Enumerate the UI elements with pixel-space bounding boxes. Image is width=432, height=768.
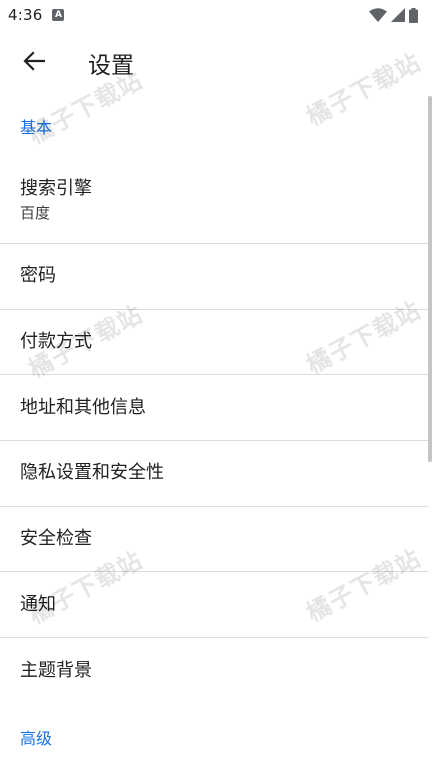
settings-item-privacy-security[interactable]: 隐私设置和安全性: [0, 441, 428, 507]
settings-item-passwords[interactable]: 密码: [0, 244, 428, 310]
item-title: 主题背景: [20, 659, 92, 681]
item-title: 地址和其他信息: [20, 396, 146, 418]
settings-item-safety-check[interactable]: 安全检查: [0, 507, 428, 573]
item-title: 付款方式: [20, 331, 92, 353]
settings-list: 基本 搜索引擎 百度 密码 付款方式 地址和其他信息 隐私设置和安全性 安全检查…: [0, 96, 428, 768]
app-notification-icon: A: [52, 9, 65, 21]
item-title: 安全检查: [20, 528, 92, 550]
status-right: [369, 7, 418, 23]
settings-item-notifications[interactable]: 通知: [0, 572, 428, 639]
scrollbar-thumb[interactable]: [428, 96, 432, 462]
battery-icon: [409, 7, 418, 23]
status-left: 4:36 A: [8, 6, 65, 24]
settings-item-search-engine[interactable]: 搜索引擎 百度: [0, 156, 428, 244]
page-title: 设置: [88, 53, 134, 79]
settings-screen: 4:36 A 设置 基本 搜索引擎 百度 密码 付款方式 地址和其他信息 隐私设…: [0, 0, 432, 768]
settings-item-theme[interactable]: 主题背景: [0, 638, 428, 704]
wifi-icon: [369, 8, 387, 22]
item-title: 密码: [20, 265, 56, 287]
status-bar: 4:36 A: [0, 0, 432, 30]
item-title: 搜索引擎: [20, 177, 92, 199]
status-time: 4:36: [8, 6, 43, 24]
item-title: 隐私设置和安全性: [20, 462, 164, 484]
app-bar: 设置: [0, 30, 432, 96]
item-title: 通知: [20, 593, 56, 615]
settings-item-payment-methods[interactable]: 付款方式: [0, 310, 428, 376]
section-header-basic: 基本: [20, 118, 53, 137]
back-button[interactable]: [6, 35, 62, 91]
item-subtitle: 百度: [20, 203, 51, 222]
settings-item-addresses[interactable]: 地址和其他信息: [0, 375, 428, 442]
section-header-advanced: 高级: [20, 728, 53, 748]
arrow-left-icon: [23, 51, 46, 75]
cell-signal-icon: [391, 8, 405, 22]
